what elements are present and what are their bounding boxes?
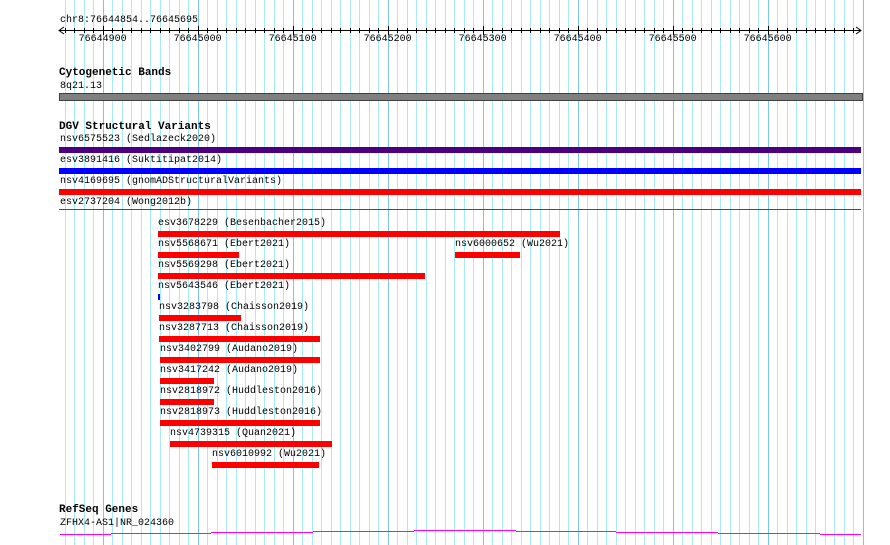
variant-bar[interactable]: [455, 252, 520, 258]
variant-bar[interactable]: [59, 209, 861, 210]
variant-bar[interactable]: [59, 147, 861, 153]
variant-bar[interactable]: [59, 168, 861, 174]
variant-label[interactable]: nsv3417242 (Audano2019): [160, 365, 298, 376]
variant-bar[interactable]: [159, 315, 241, 321]
variant-bar[interactable]: [59, 189, 861, 195]
variant-bar[interactable]: [160, 378, 214, 384]
location-label: chr8:76644854..76645695: [60, 15, 199, 26]
variant-label[interactable]: nsv5568671 (Ebert2021): [158, 239, 290, 250]
ruler-tick-label: 76645200: [363, 34, 412, 45]
variant-label[interactable]: nsv2818972 (Huddleston2016): [160, 386, 322, 397]
ruler-tick-label: 76645400: [553, 34, 602, 45]
refseq-gene-label[interactable]: ZFHX4-AS1|NR_024360: [60, 518, 174, 529]
variant-bar[interactable]: [160, 420, 320, 426]
ruler-tick-label: 76644900: [78, 34, 127, 45]
variant-label[interactable]: nsv3287713 (Chaisson2019): [159, 323, 309, 334]
ruler-tick-label: 76645600: [743, 34, 792, 45]
variant-label[interactable]: nsv5643546 (Ebert2021): [158, 281, 290, 292]
variant-label[interactable]: nsv4169695 (gnomADStructuralVariants): [60, 176, 282, 187]
ruler-tick-label: 76645000: [173, 34, 222, 45]
variant-label[interactable]: nsv6010992 (Wu2021): [212, 449, 326, 460]
variant-label[interactable]: esv2737204 (Wong2012b): [60, 197, 192, 208]
variant-bar[interactable]: [160, 399, 214, 405]
refseq-track-title[interactable]: RefSeq Genes: [59, 505, 138, 516]
variant-bar[interactable]: [159, 336, 320, 342]
variant-label[interactable]: nsv5569298 (Ebert2021): [158, 260, 290, 271]
variant-bar[interactable]: [158, 273, 425, 279]
variant-bar[interactable]: [158, 231, 560, 237]
variant-label[interactable]: nsv6575523 (Sedlazeck2020): [60, 134, 216, 145]
variant-bar[interactable]: [170, 441, 332, 447]
ruler-tick-label: 76645500: [648, 34, 697, 45]
variant-bar[interactable]: [160, 357, 320, 363]
cytoband-bar[interactable]: [59, 93, 863, 101]
variant-label[interactable]: nsv4739315 (Quan2021): [170, 428, 296, 439]
ruler-tick-label: 76645300: [458, 34, 507, 45]
dgv-track-title[interactable]: DGV Structural Variants: [59, 122, 211, 133]
variant-bar[interactable]: [158, 252, 239, 258]
variant-label[interactable]: nsv3283798 (Chaisson2019): [159, 302, 309, 313]
grid-and-ruler: [58, 0, 864, 545]
variant-bar[interactable]: [212, 462, 319, 468]
variant-label[interactable]: esv3891416 (Suktitipat2014): [60, 155, 222, 166]
variant-label[interactable]: nsv6000652 (Wu2021): [455, 239, 569, 250]
ruler-tick-label: 76645100: [268, 34, 317, 45]
variant-label[interactable]: nsv3402799 (Audano2019): [160, 344, 298, 355]
cytoband-track-title[interactable]: Cytogenetic Bands: [59, 68, 171, 79]
variant-bar[interactable]: [158, 294, 160, 300]
variant-label[interactable]: nsv2818973 (Huddleston2016): [160, 407, 322, 418]
variant-label[interactable]: esv3678229 (Besenbacher2015): [158, 218, 326, 229]
cytoband-label: 8q21.13: [60, 81, 103, 92]
